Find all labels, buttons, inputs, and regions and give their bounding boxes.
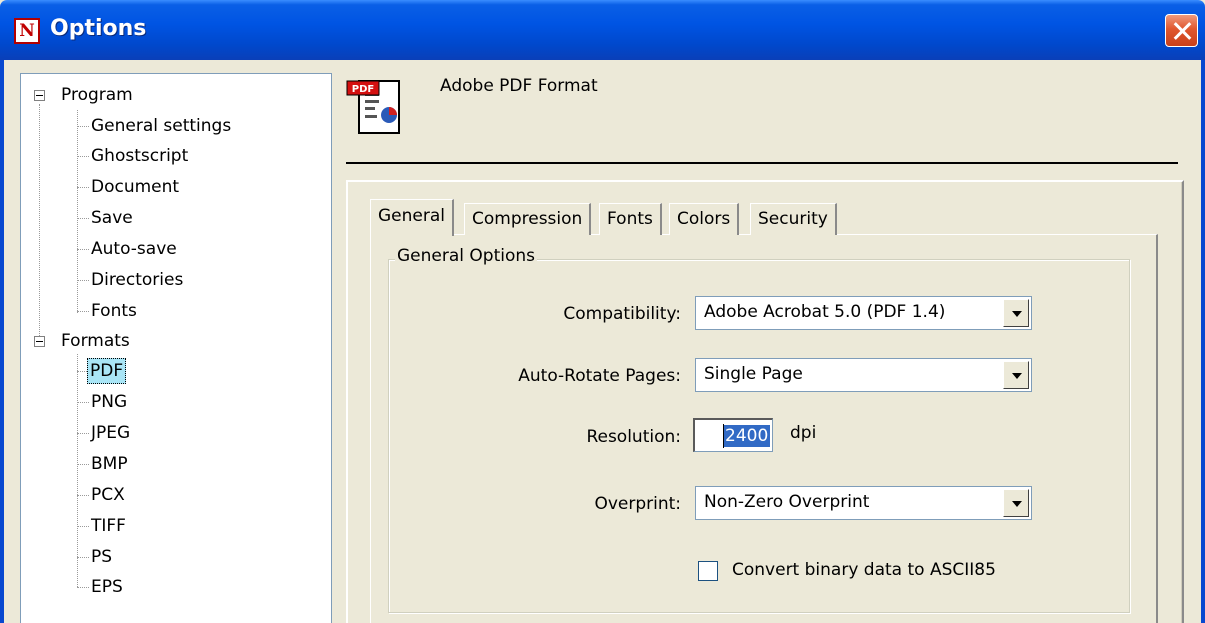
tree-item-bmp[interactable]: BMP	[91, 450, 128, 478]
chevron-down-icon[interactable]	[1003, 361, 1029, 389]
tab-colors[interactable]: Colors	[669, 203, 740, 235]
tab-compression[interactable]: Compression	[464, 203, 592, 235]
pdf-document-icon: PDF	[345, 75, 405, 137]
selected-tree-label: PDF	[87, 358, 127, 384]
tree-connector	[39, 104, 40, 342]
tree-item-general-settings[interactable]: General settings	[91, 112, 231, 140]
close-button[interactable]	[1165, 14, 1198, 47]
tree-item-pcx[interactable]: PCX	[91, 481, 125, 509]
pdf-icon-badge: PDF	[352, 84, 374, 95]
tree-item-directories[interactable]: Directories	[91, 266, 183, 294]
resolution-label: Resolution:	[586, 427, 681, 447]
tree-connector	[77, 110, 78, 313]
tree-item-ps[interactable]: PS	[91, 543, 112, 571]
collapse-program-icon[interactable]	[34, 90, 45, 101]
tree-item-png[interactable]: PNG	[91, 388, 127, 416]
tree-branch	[77, 526, 89, 527]
tree-branch	[77, 557, 89, 558]
auto-rotate-value: Single Page	[704, 364, 803, 384]
tree-branch	[77, 187, 89, 188]
tab-general[interactable]: General	[370, 199, 454, 236]
tree-branch	[77, 587, 89, 588]
tree-item-ghostscript[interactable]: Ghostscript	[91, 142, 188, 170]
resolution-input[interactable]: 2400	[693, 418, 773, 452]
tree-item-document[interactable]: Document	[91, 173, 179, 201]
group-title: General Options	[395, 246, 537, 266]
text-caret	[723, 424, 724, 448]
tree-branch	[77, 495, 89, 496]
auto-rotate-dropdown[interactable]: Single Page	[695, 358, 1032, 392]
tree-branch	[77, 156, 89, 157]
format-title: Adobe PDF Format	[440, 76, 598, 96]
window-title: Options	[50, 16, 147, 41]
tree-branch	[77, 126, 89, 127]
tree-branch	[77, 402, 89, 403]
compatibility-dropdown[interactable]: Adobe Acrobat 5.0 (PDF 1.4)	[695, 296, 1032, 330]
overprint-label: Overprint:	[594, 494, 681, 514]
tree-item-formats[interactable]: Formats	[61, 327, 130, 355]
tree-branch	[77, 311, 89, 312]
resolution-unit: dpi	[790, 423, 817, 443]
tree-item-save[interactable]: Save	[91, 204, 133, 232]
resolution-value: 2400	[723, 425, 771, 447]
tree-branch	[77, 218, 89, 219]
window-border-right	[1201, 60, 1205, 623]
overprint-dropdown[interactable]: Non-Zero Overprint	[695, 486, 1032, 520]
tree-branch	[77, 249, 89, 250]
tree-item-auto-save[interactable]: Auto-save	[91, 235, 177, 263]
compatibility-label: Compatibility:	[563, 304, 681, 324]
tree-branch	[77, 280, 89, 281]
tree-branch	[77, 464, 89, 465]
app-icon: N	[14, 18, 40, 44]
tree-item-eps[interactable]: EPS	[91, 573, 123, 601]
collapse-formats-icon[interactable]	[34, 336, 45, 347]
options-tree[interactable]: Program General settings Ghostscript Doc…	[20, 73, 332, 623]
tree-branch	[77, 433, 89, 434]
tree-item-fonts[interactable]: Fonts	[91, 297, 137, 325]
tab-fonts[interactable]: Fonts	[599, 203, 662, 235]
ascii85-label[interactable]: Convert binary data to ASCII85	[732, 560, 996, 580]
tree-connector	[77, 354, 78, 587]
tree-item-tiff[interactable]: TIFF	[91, 512, 126, 540]
tab-security[interactable]: Security	[750, 203, 837, 235]
auto-rotate-label: Auto-Rotate Pages:	[518, 366, 681, 386]
tree-item-jpeg[interactable]: JPEG	[91, 419, 130, 447]
title-bar[interactable]: N Options	[0, 0, 1205, 60]
tree-item-program[interactable]: Program	[61, 81, 133, 109]
ascii85-checkbox[interactable]	[698, 561, 718, 581]
header-divider	[346, 162, 1178, 164]
tree-item-pdf[interactable]: PDF	[87, 357, 127, 385]
overprint-value: Non-Zero Overprint	[704, 492, 870, 512]
chevron-down-icon[interactable]	[1003, 489, 1029, 517]
window-border-left	[0, 60, 4, 623]
compatibility-value: Adobe Acrobat 5.0 (PDF 1.4)	[704, 302, 946, 322]
chevron-down-icon[interactable]	[1003, 299, 1029, 327]
